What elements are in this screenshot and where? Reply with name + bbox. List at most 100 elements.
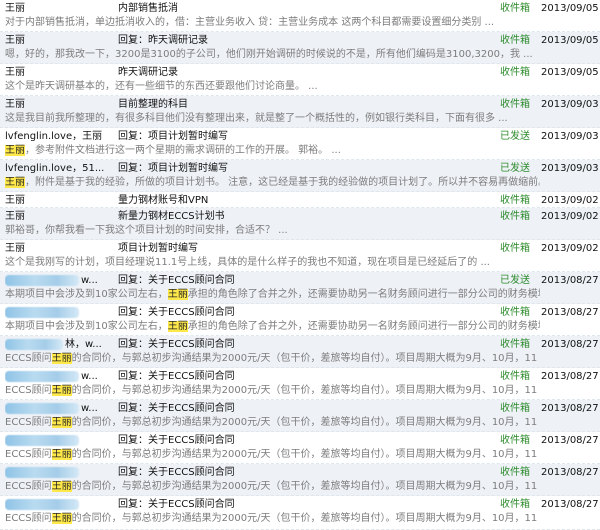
mail-row[interactable]: 王丽 量力钢材账号和VPN 收件箱 2013/09/02 xyxy=(0,192,600,208)
mail-folder: 收件箱 xyxy=(500,339,530,350)
mail-preview: ECCS顾问王丽的合同价，与郭总初步沟通结果为2000元/天（包干价，差旅等均自… xyxy=(5,352,540,366)
mail-sender: 王丽 xyxy=(5,67,25,78)
mail-subject[interactable]: 回复：关于ECCS顾问合同 xyxy=(118,338,488,352)
mail-row[interactable]: 王丽 内部销售抵消 收件箱 2013/09/05 对于内部销售抵消，单边抵消收入… xyxy=(0,0,600,32)
redacted-sender-name xyxy=(5,498,79,510)
highlight-match: 王丽 xyxy=(51,481,72,492)
sender-suffix: w... xyxy=(81,275,98,286)
mail-sender: 王丽 xyxy=(5,3,25,14)
mail-row[interactable]: 回复：关于ECCS顾问合同 收件箱 2013/08/27 本期项目中会涉及到10… xyxy=(0,304,600,336)
mail-sender: 王丽 xyxy=(5,99,25,110)
mail-subject[interactable]: 回复：关于ECCS顾问合同 xyxy=(118,402,488,416)
preview-text: ，参考附件文档进行这一两个星期的需求调研的工作的开展。 郭裕。 ... xyxy=(25,145,341,156)
mail-sender: lvfenglin.love，王丽 xyxy=(5,131,103,142)
redacted-sender-name xyxy=(5,434,79,446)
mail-subject[interactable]: 回复：项目计划暂时编写 xyxy=(118,162,488,176)
highlight-match: 王丽 xyxy=(5,177,25,188)
mail-folder: 收件箱 xyxy=(500,99,530,110)
mail-subject[interactable]: 回复：关于ECCS顾问合同 xyxy=(118,274,488,288)
mail-date: 2013/09/02 xyxy=(541,195,599,206)
preview-text: 的合同价，与郭总初步沟通结果为2000元/天（包干价，差旅等均自付）。项目周期大… xyxy=(71,353,540,364)
mail-preview: ECCS顾问王丽的合同价，与郭总初步沟通结果为2000元/天（包干价，差旅等均自… xyxy=(5,480,540,494)
mail-subject[interactable]: 回复：关于ECCS顾问合同 xyxy=(118,370,488,384)
mail-subject[interactable]: 量力钢材账号和VPN xyxy=(118,194,488,207)
redacted-sender-name xyxy=(5,466,79,478)
mail-folder: 收件箱 xyxy=(500,195,530,206)
mail-date: 2013/08/27 xyxy=(541,403,599,414)
mail-subject[interactable]: 回复：项目计划暂时编写 xyxy=(118,130,488,144)
mail-subject[interactable]: 目前整理的科目 xyxy=(118,98,488,112)
mail-date: 2013/08/27 xyxy=(541,371,599,382)
mail-folder: 收件箱 xyxy=(500,35,530,46)
mail-preview: 嗯，好的，那我改一下，3200是3100的子公司，他们刚开始调研的时候说的不是，… xyxy=(5,49,533,60)
highlight-match: 王丽 xyxy=(167,321,188,332)
mail-folder: 已发送 xyxy=(500,163,530,174)
mail-date: 2013/09/05 xyxy=(541,67,599,78)
preview-text: 本期项目中会涉及到10家公司左右， xyxy=(5,289,168,300)
mail-row[interactable]: 林，w... 回复：关于ECCS顾问合同 收件箱 2013/08/27 ECCS… xyxy=(0,336,600,368)
preview-text: 承担的角色除了合并之外，还需要协助另一名财务顾问进行一部分公司的财务模块实施。 … xyxy=(187,321,540,332)
mail-date: 2013/09/02 xyxy=(541,243,599,254)
mail-folder: 收件箱 xyxy=(500,211,530,222)
mail-subject[interactable]: 昨天调研记录 xyxy=(118,66,488,80)
preview-text: ECCS顾问 xyxy=(5,417,52,428)
highlight-match: 王丽 xyxy=(51,417,72,428)
sender-suffix: 林，w... xyxy=(65,339,102,350)
mail-date: 2013/09/05 xyxy=(541,35,599,46)
mail-row[interactable]: 王丽 目前整理的科目 收件箱 2013/09/03 这是我目前我所整理的，有很多… xyxy=(0,96,600,128)
mail-sender xyxy=(5,306,115,320)
mail-row[interactable]: w... 回复：关于ECCS顾问合同 已发送 2013/08/27 本期项目中会… xyxy=(0,272,600,304)
mail-row[interactable]: 回复：关于ECCS顾问合同 收件箱 2013/08/27 ECCS顾问王丽的合同… xyxy=(0,464,600,496)
mail-date: 2013/09/05 xyxy=(541,3,599,14)
mail-row[interactable]: lvfenglin.love，王丽 回复：项目计划暂时编写 已发送 2013/0… xyxy=(0,128,600,160)
preview-text: 的合同价，与郭总初步沟通结果为2000元/天（包干价，差旅等均自付）。项目周期大… xyxy=(71,449,540,460)
mail-row[interactable]: w... 回复：关于ECCS顾问合同 收件箱 2013/08/27 ECCS顾问… xyxy=(0,368,600,400)
mail-row[interactable]: 王丽 回复：昨天调研记录 收件箱 2013/09/05 嗯，好的，那我改一下，3… xyxy=(0,32,600,64)
mail-subject[interactable]: 新量力钢材ECCS计划书 xyxy=(118,210,488,224)
mail-date: 2013/09/03 xyxy=(541,99,599,110)
mail-sender: lvfenglin.love，51... xyxy=(5,163,105,174)
preview-text: 承担的角色除了合并之外，还需要协助另一名财务顾问进行一部分公司的财务模块实施。 … xyxy=(187,289,540,300)
redacted-sender-name xyxy=(5,370,79,382)
mail-row[interactable]: 回复：关于ECCS顾问合同 收件箱 2013/08/27 ECCS顾问王丽的合同… xyxy=(0,432,600,464)
highlight-match: 王丽 xyxy=(51,449,72,460)
mail-sender: w... xyxy=(5,274,115,288)
mail-row[interactable]: 回复：关于ECCS顾问合同 收件箱 2013/08/27 ECCS顾问王丽的合同… xyxy=(0,496,600,530)
preview-text: 的合同价，与郭总初步沟通结果为2000元/天（包干价，差旅等均自付）。项目周期大… xyxy=(71,481,540,492)
preview-text: 的合同价，与郭总初步沟通结果为2000元/天（包干价，差旅等均自付）。项目周期大… xyxy=(71,417,540,428)
mail-subject[interactable]: 内部销售抵消 xyxy=(118,2,488,16)
preview-text: ECCS顾问 xyxy=(5,513,52,524)
mail-subject[interactable]: 回复：昨天调研记录 xyxy=(118,34,488,48)
mail-preview: ECCS顾问王丽的合同价，与郭总初步沟通结果为2000元/天（包干价，差旅等均自… xyxy=(5,512,540,526)
mail-sender: 王丽 xyxy=(5,243,25,254)
mail-folder: 收件箱 xyxy=(500,3,530,14)
mail-preview: 这个是我刚写的计划，项目经理说11.1号上线，具体的是什么样子的我也不知道，现在… xyxy=(5,257,490,268)
mail-subject[interactable]: 回复：关于ECCS顾问合同 xyxy=(118,498,488,512)
mail-list: 王丽 内部销售抵消 收件箱 2013/09/05 对于内部销售抵消，单边抵消收入… xyxy=(0,0,600,530)
mail-row[interactable]: lvfenglin.love，51... 回复：项目计划暂时编写 已发送 201… xyxy=(0,160,600,192)
sender-suffix: w... xyxy=(81,371,98,382)
mail-subject[interactable]: 回复：关于ECCS顾问合同 xyxy=(118,306,488,320)
preview-text: ECCS顾问 xyxy=(5,353,52,364)
mail-row[interactable]: w... 回复：关于ECCS顾问合同 收件箱 2013/08/27 ECCS顾问… xyxy=(0,400,600,432)
highlight-match: 王丽 xyxy=(167,289,188,300)
mail-row[interactable]: 王丽 新量力钢材ECCS计划书 收件箱 2013/09/02 郭裕哥，你帮我看一… xyxy=(0,208,600,240)
mail-subject[interactable]: 回复：关于ECCS顾问合同 xyxy=(118,434,488,448)
mail-preview: 这个是昨天调研基本的，还有一些细节的东西还要跟他们讨论商量。 ... xyxy=(5,81,318,92)
mail-folder: 收件箱 xyxy=(500,435,530,446)
mail-subject[interactable]: 回复：关于ECCS顾问合同 xyxy=(118,466,488,480)
mail-preview: ECCS顾问王丽的合同价，与郭总初步沟通结果为2000元/天（包干价，差旅等均自… xyxy=(5,448,540,462)
mail-subject[interactable]: 项目计划暂时编写 xyxy=(118,242,488,256)
mail-date: 2013/08/27 xyxy=(541,275,599,286)
redacted-sender-name xyxy=(5,306,79,318)
mail-row[interactable]: 王丽 项目计划暂时编写 收件箱 2013/09/02 这个是我刚写的计划，项目经… xyxy=(0,240,600,272)
mail-preview: ECCS顾问王丽的合同价，与郭总初步沟通结果为2000元/天（包干价，差旅等均自… xyxy=(5,384,540,398)
mail-date: 2013/09/02 xyxy=(541,211,599,222)
mail-sender xyxy=(5,434,115,448)
mail-sender xyxy=(5,498,115,512)
mail-folder: 已发送 xyxy=(500,131,530,142)
mail-sender: 王丽 xyxy=(5,195,25,206)
mail-date: 2013/09/03 xyxy=(541,131,599,142)
mail-row[interactable]: 王丽 昨天调研记录 收件箱 2013/09/05 这个是昨天调研基本的，还有一些… xyxy=(0,64,600,96)
mail-folder: 收件箱 xyxy=(500,499,530,510)
